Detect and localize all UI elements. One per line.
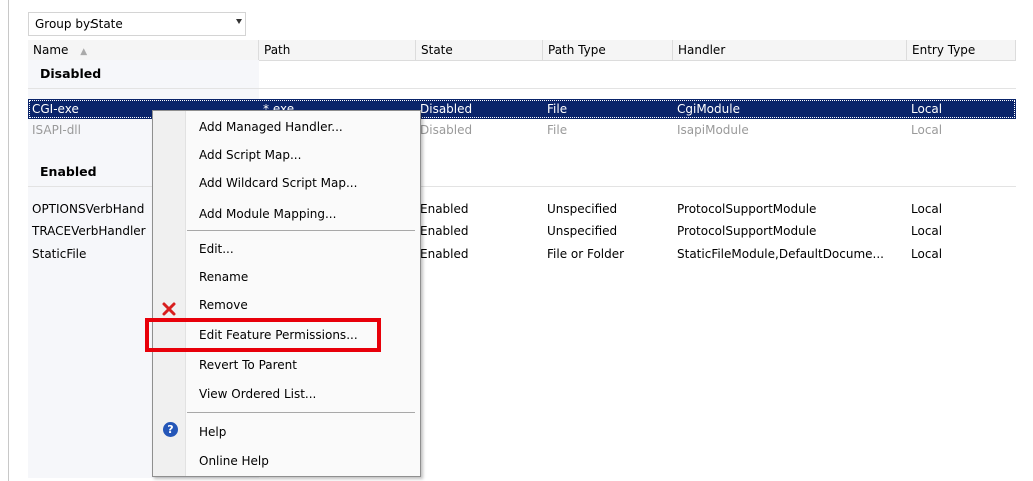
dropdown-arrow-icon[interactable] (236, 19, 242, 24)
column-header-state[interactable]: State (416, 40, 543, 60)
group-by-label: Group by: (35, 17, 94, 31)
cell-path-type: File (547, 102, 568, 116)
menu-item-online-help[interactable]: Online Help (199, 450, 269, 472)
cell-handler: ProtocolSupportModule (677, 224, 817, 238)
cell-entry-type: Local (911, 202, 943, 216)
remove-icon (162, 302, 176, 316)
menu-item-add-wildcard-script-map[interactable]: Add Wildcard Script Map... (199, 172, 357, 194)
group-by-value: State (91, 17, 123, 31)
menu-separator (187, 230, 415, 231)
menu-item-add-script-map[interactable]: Add Script Map... (199, 144, 301, 166)
cell-state: Disabled (420, 123, 473, 137)
menu-item-add-managed-handler[interactable]: Add Managed Handler... (199, 116, 343, 138)
cell-entry-type: Local (911, 102, 943, 116)
cell-state: Disabled (420, 102, 473, 116)
left-border (8, 0, 9, 481)
column-header-handler[interactable]: Handler (673, 40, 907, 60)
cell-path-type: Unspecified (547, 224, 618, 238)
column-header-path[interactable]: Path (259, 40, 416, 60)
column-header-row: Name ▲ Path State Path Type Handler Entr… (28, 40, 1016, 61)
menu-item-remove[interactable]: Remove (199, 294, 248, 316)
menu-item-edit[interactable]: Edit... (199, 238, 234, 260)
cell-handler: StaticFileModule,DefaultDocume... (677, 247, 884, 261)
sort-ascending-icon: ▲ (80, 47, 88, 57)
column-header-entry-type[interactable]: Entry Type (907, 40, 1016, 60)
menu-item-add-module-mapping[interactable]: Add Module Mapping... (199, 203, 336, 225)
context-menu: Add Managed Handler... Add Script Map...… (152, 110, 421, 477)
cell-path-type: File or Folder (547, 247, 625, 261)
group-header-disabled: Disabled (40, 66, 102, 81)
cell-path-type: Unspecified (547, 202, 618, 216)
menu-item-revert-to-parent[interactable]: Revert To Parent (199, 354, 297, 376)
cell-handler: IsapiModule (677, 123, 749, 137)
help-icon: ? (163, 422, 178, 437)
column-header-name[interactable]: Name ▲ (28, 40, 259, 60)
menu-separator (187, 412, 415, 413)
cell-handler: ProtocolSupportModule (677, 202, 817, 216)
highlight-annotation-box (145, 318, 381, 352)
cell-handler: CgiModule (677, 102, 740, 116)
cell-entry-type: Local (911, 224, 943, 238)
cell-state: Enabled (420, 224, 469, 238)
cell-entry-type: Local (911, 247, 943, 261)
group-by-dropdown[interactable]: Group by: State (28, 12, 246, 36)
column-header-path-type[interactable]: Path Type (543, 40, 673, 60)
group-divider (28, 88, 1016, 89)
cell-state: Enabled (420, 247, 469, 261)
cell-state: Enabled (420, 202, 469, 216)
group-header-enabled: Enabled (40, 164, 97, 179)
menu-item-rename[interactable]: Rename (199, 266, 248, 288)
menu-item-help[interactable]: Help (199, 421, 226, 443)
cell-entry-type: Local (911, 123, 943, 137)
cell-path-type: File (547, 123, 568, 137)
menu-item-view-ordered-list[interactable]: View Ordered List... (199, 383, 316, 405)
